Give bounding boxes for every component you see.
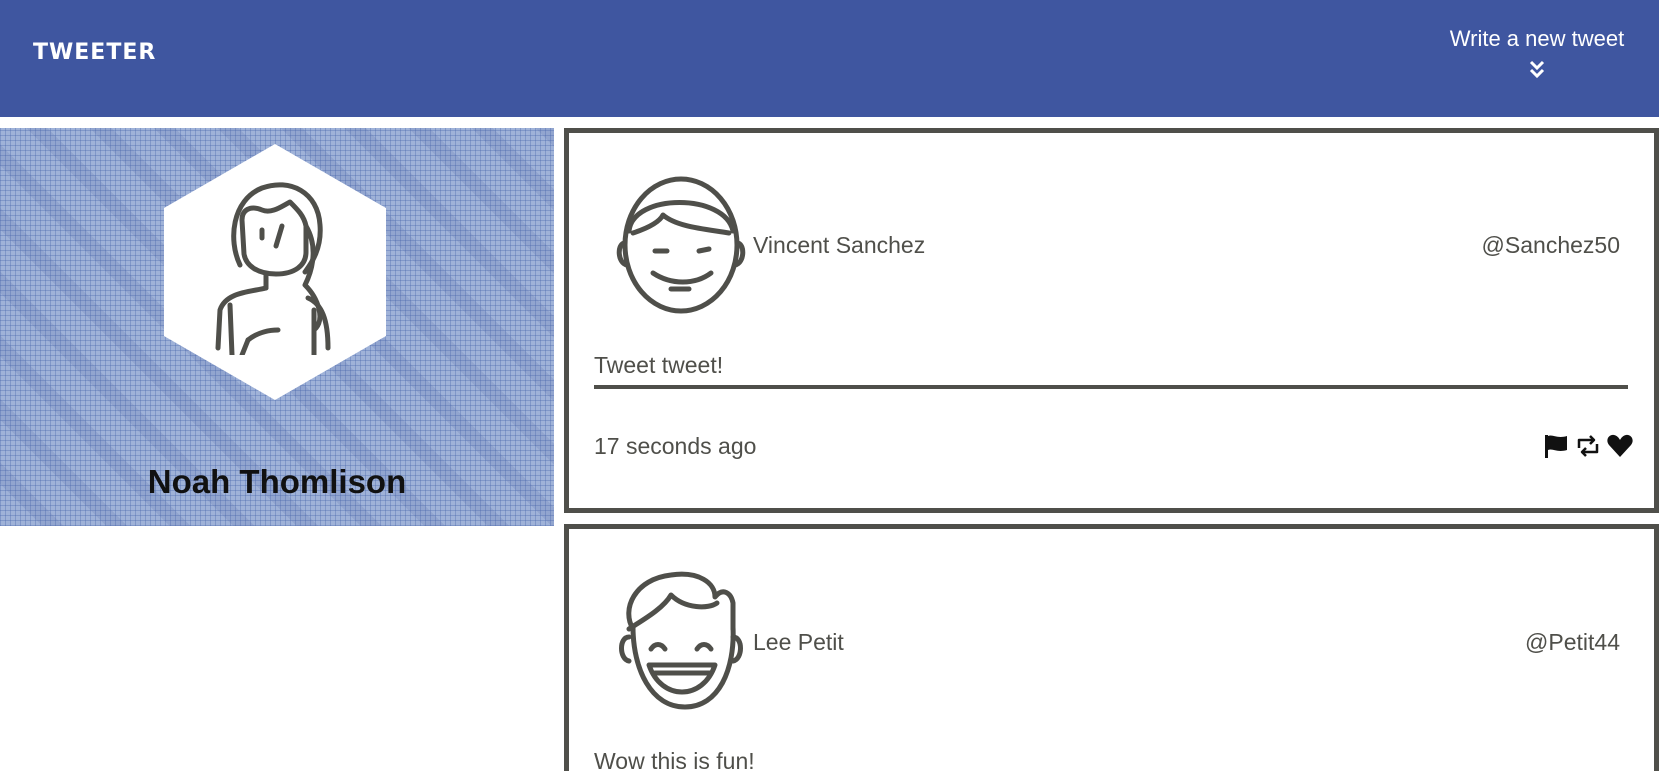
brand-logo[interactable]: TWEETER: [33, 40, 156, 65]
profile-name: Noah Thomlison: [147, 463, 407, 500]
tweet-author-name[interactable]: Vincent Sanchez: [753, 232, 925, 259]
profile-card: Noah Thomlison: [0, 128, 554, 526]
tweet-card: Vincent Sanchez @Sanchez50 Tweet tweet! …: [564, 128, 1659, 513]
woman-avatar-icon: [215, 182, 331, 355]
tweet-text: Tweet tweet!: [594, 352, 1628, 389]
tweet-text: Wow this is fun!: [594, 748, 755, 771]
flag-icon[interactable]: [1543, 434, 1569, 458]
tweet-actions: [1543, 434, 1633, 458]
laughing-man-avatar-icon: [619, 571, 743, 710]
heart-icon[interactable]: [1607, 434, 1633, 458]
tweet-timestamp: 17 seconds ago: [594, 433, 757, 459]
tweet-author-name[interactable]: Lee Petit: [753, 629, 844, 656]
tweet-card: Lee Petit @Petit44 Wow this is fun!: [564, 524, 1659, 771]
write-new-tweet-label: Write a new tweet: [1449, 26, 1625, 51]
tweet-author-handle[interactable]: @Sanchez50: [1482, 232, 1620, 259]
tweet-author-handle[interactable]: @Petit44: [1525, 629, 1620, 656]
top-nav: TWEETER Write a new tweet: [0, 0, 1659, 117]
write-new-tweet-button[interactable]: Write a new tweet: [1442, 24, 1632, 80]
double-chevron-down-icon[interactable]: [1529, 60, 1545, 80]
man-avatar-icon: [616, 176, 746, 314]
retweet-icon[interactable]: [1575, 434, 1601, 458]
